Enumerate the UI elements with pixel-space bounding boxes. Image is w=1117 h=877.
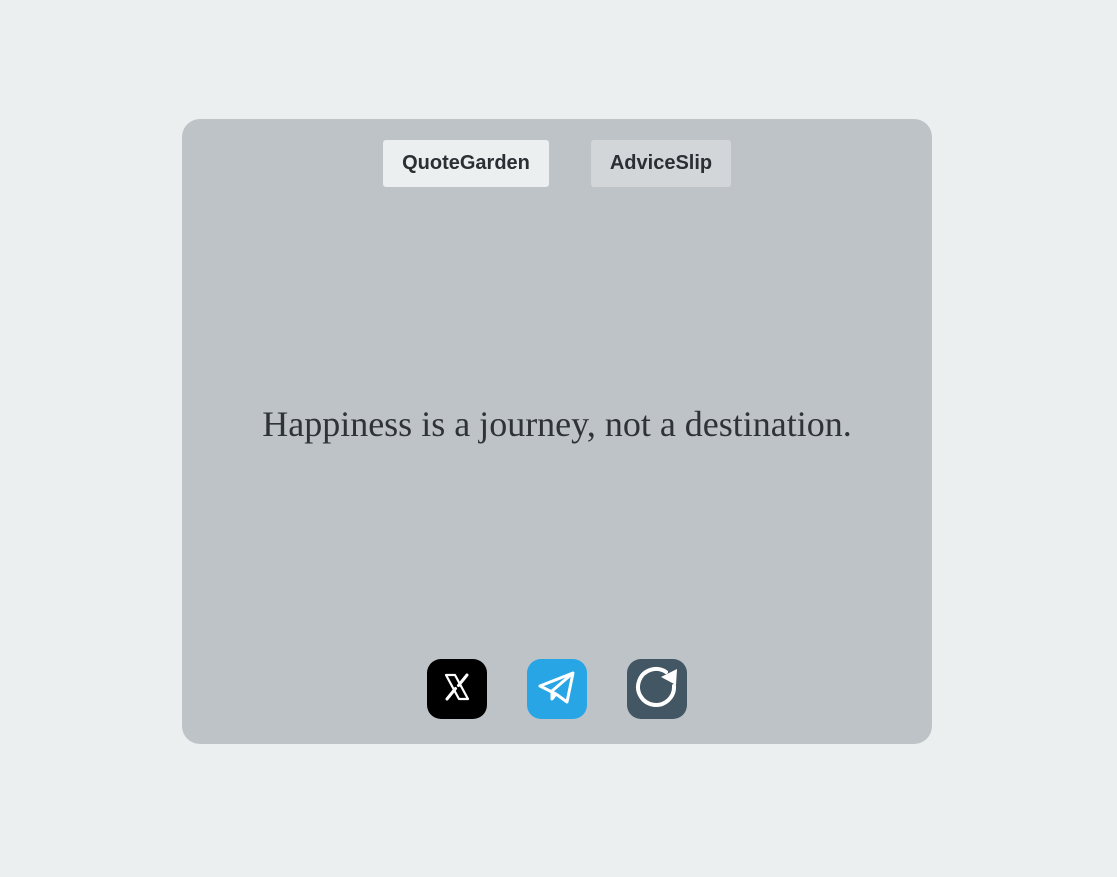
tab-adviceslip[interactable]: AdviceSlip: [591, 140, 731, 187]
tab-quotegarden[interactable]: QuoteGarden: [383, 140, 549, 187]
telegram-icon: [535, 665, 579, 714]
share-telegram-button[interactable]: [527, 659, 587, 719]
x-twitter-icon: [439, 669, 475, 710]
refresh-icon: [631, 661, 683, 718]
share-x-button[interactable]: [427, 659, 487, 719]
quote-card: QuoteGarden AdviceSlip Happiness is a jo…: [182, 119, 932, 744]
quote-text: Happiness is a journey, not a destinatio…: [262, 404, 852, 444]
refresh-button[interactable]: [627, 659, 687, 719]
